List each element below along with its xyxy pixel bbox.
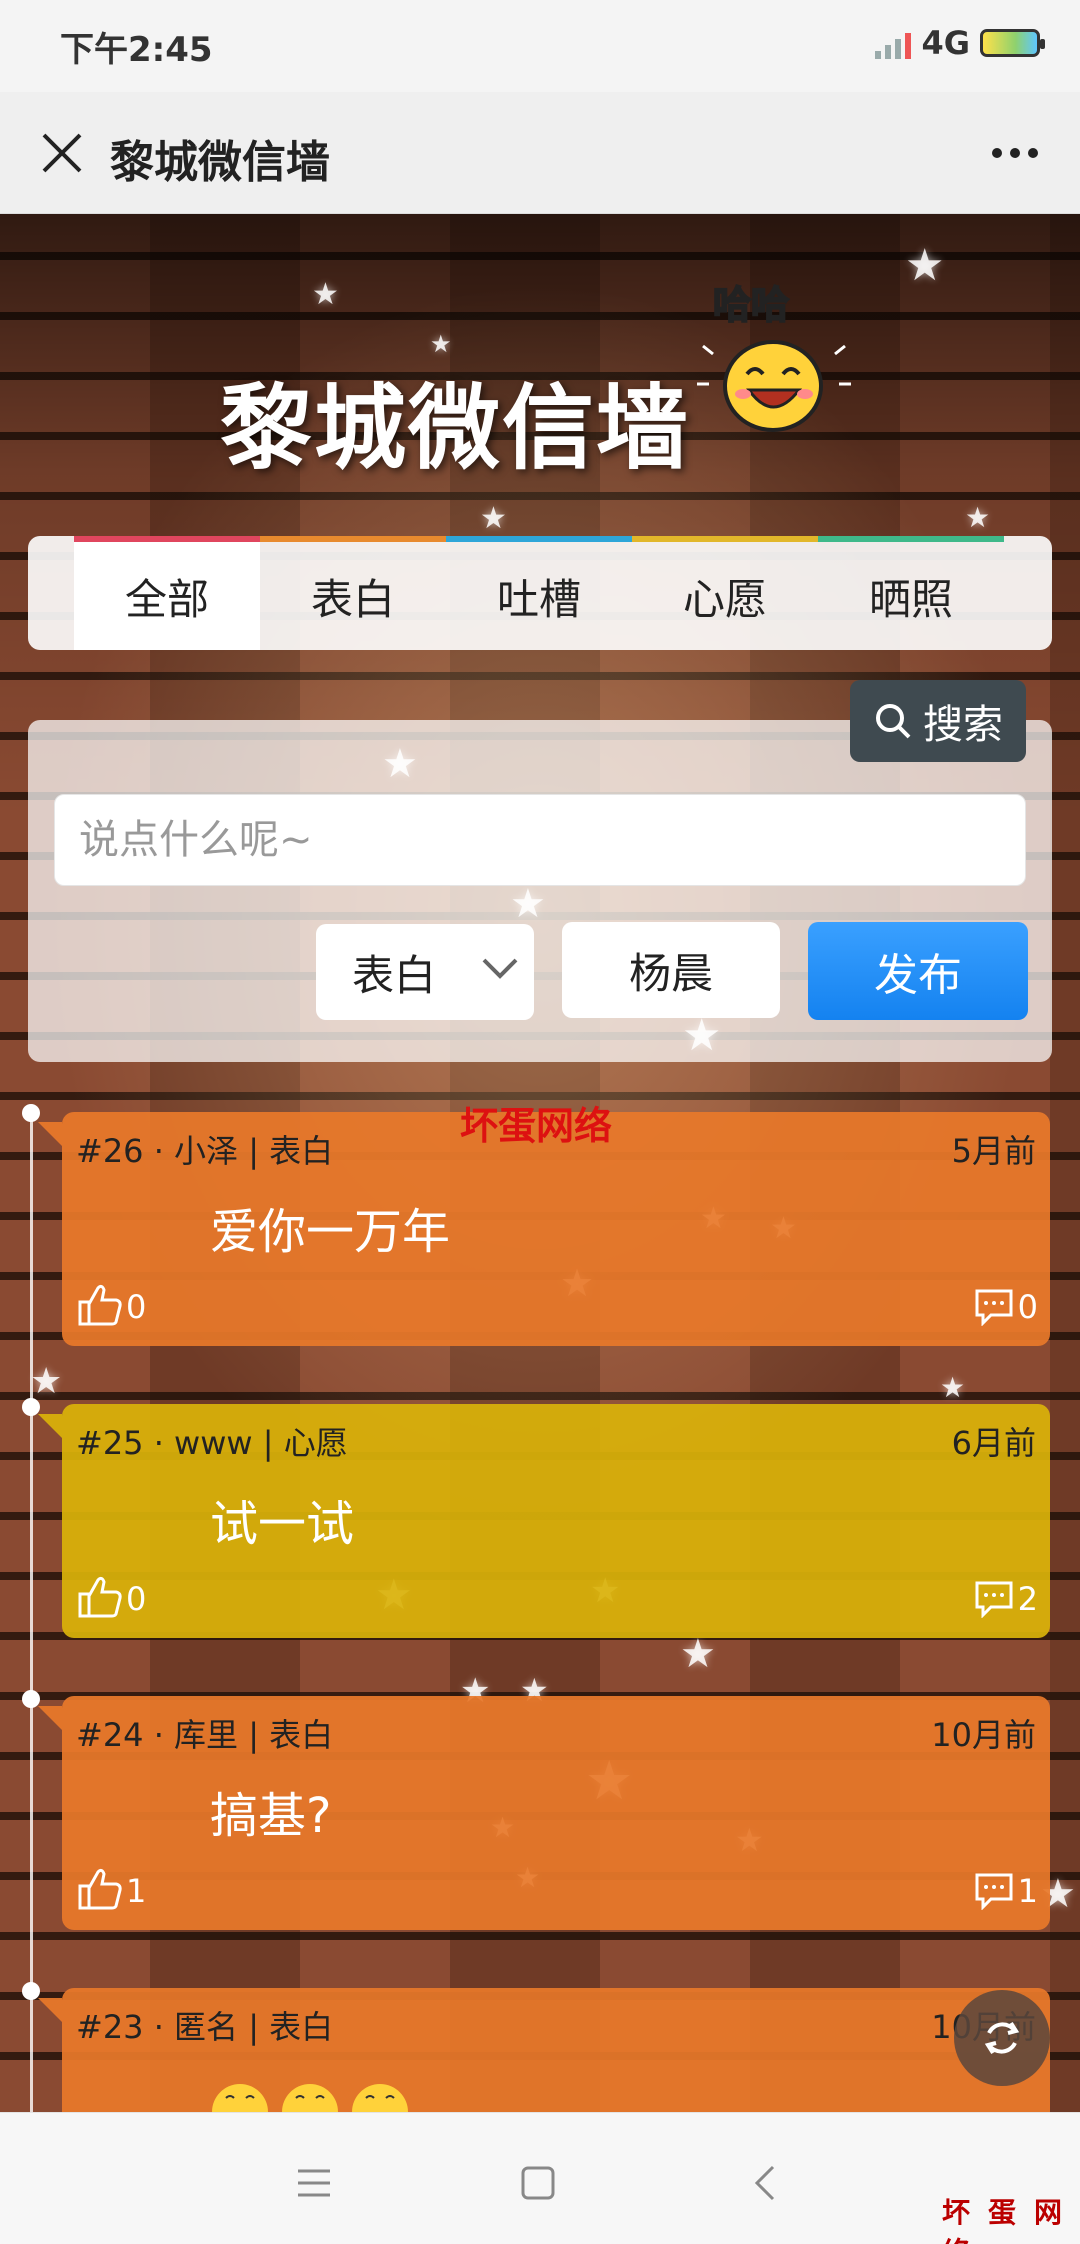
status-indicators: 4G xyxy=(875,24,1045,62)
post-meta: #23 · 匿名 | 表白 xyxy=(76,2008,334,2046)
timeline-line xyxy=(30,1108,33,2112)
tab-wish[interactable]: 心愿 xyxy=(632,542,818,650)
chevron-down-icon xyxy=(482,958,518,979)
star-icon: ★ xyxy=(965,501,991,534)
post-type-select[interactable]: 表白 xyxy=(316,924,534,1020)
home-square-icon xyxy=(521,2166,555,2200)
title-bar: 黎城微信墙 xyxy=(0,92,1080,214)
tab-rant[interactable]: 吐槽 xyxy=(446,542,632,650)
more-dot-icon xyxy=(1010,148,1020,158)
emoji-text: 哈哈 xyxy=(713,283,789,327)
post-text: 试一试 xyxy=(210,1496,355,1552)
like-count: 0 xyxy=(126,1580,147,1618)
star-icon: ★ xyxy=(940,1371,966,1404)
signal-icon xyxy=(875,27,912,59)
search-icon xyxy=(876,704,911,739)
like-count: 0 xyxy=(126,1288,147,1326)
back-chevron-icon xyxy=(754,2165,775,2201)
more-dot-icon xyxy=(992,148,1002,158)
publish-button[interactable]: 发布 xyxy=(808,922,1028,1020)
status-bar: 下午2:45 4G xyxy=(0,0,1080,92)
post-card[interactable]: #23 · 匿名 | 表白 10月前 xyxy=(38,1988,1050,2112)
star-icon: ★ xyxy=(312,277,339,312)
laughing-emoji-icon: 哈哈 xyxy=(697,282,851,432)
status-time: 下午2:45 xyxy=(60,30,213,70)
battery-icon xyxy=(980,29,1045,57)
smile-emoji-icon xyxy=(352,2084,408,2112)
search-label: 搜索 xyxy=(923,702,1003,748)
post-time: 5月前 xyxy=(951,1132,1036,1170)
close-icon xyxy=(42,133,82,173)
post-meta: #25 · www | 心愿 xyxy=(76,1424,348,1462)
comment-button[interactable]: 0 xyxy=(974,1288,1038,1326)
post-time: 6月前 xyxy=(951,1424,1036,1462)
home-nav-button[interactable] xyxy=(508,2153,568,2213)
network-type: 4G xyxy=(921,24,970,62)
wall-title: 黎城微信墙 xyxy=(220,375,691,482)
post-meta: #26 · 小泽 | 表白 xyxy=(76,1132,334,1170)
comment-icon xyxy=(975,1873,1013,1910)
post-card[interactable]: #25 · www | 心愿 6月前 试一试 0 2 xyxy=(38,1404,1050,1638)
tabs-row: 全部 表白 吐槽 心愿 晒照 xyxy=(74,542,1004,650)
more-button[interactable] xyxy=(980,128,1050,178)
thumbs-up-icon xyxy=(78,1284,122,1326)
post-type-value: 表白 xyxy=(352,950,437,1000)
corner-watermark: 坏蛋网络 xyxy=(942,2196,1080,2244)
like-button[interactable]: 0 xyxy=(76,1574,146,1618)
post-emoji-row xyxy=(210,2080,410,2112)
thumbs-up-icon xyxy=(78,1576,122,1618)
tab-photos[interactable]: 晒照 xyxy=(818,542,1004,650)
like-count: 1 xyxy=(126,1872,147,1910)
smile-emoji-icon xyxy=(282,2084,338,2112)
star-icon: ★ xyxy=(905,240,945,291)
like-button[interactable]: 0 xyxy=(76,1282,146,1326)
comment-count: 1 xyxy=(1017,1872,1038,1910)
watermark-text: 坏蛋网络 xyxy=(460,1103,613,1148)
system-nav-bar: 坏蛋网络 xyxy=(0,2112,1080,2244)
post-card[interactable]: #24 · 库里 | 表白 10月前 搞基? 1 1 xyxy=(38,1696,1050,1930)
comment-button[interactable]: 2 xyxy=(974,1580,1038,1618)
post-content-input[interactable] xyxy=(54,794,1026,886)
star-icon: ★ xyxy=(680,1631,716,1677)
star-icon: ★ xyxy=(30,1361,63,1402)
category-tabs: 全部 表白 吐槽 心愿 晒照 xyxy=(28,536,1052,650)
like-button[interactable]: 1 xyxy=(76,1866,146,1910)
thumbs-up-icon xyxy=(78,1868,122,1910)
tab-confession[interactable]: 表白 xyxy=(260,542,446,650)
comment-button[interactable]: 1 xyxy=(974,1872,1038,1910)
comment-count: 2 xyxy=(1017,1580,1038,1618)
nickname-field[interactable]: 杨晨 xyxy=(562,922,780,1018)
comment-count: 0 xyxy=(1017,1288,1038,1326)
smile-emoji-icon xyxy=(212,2084,268,2112)
refresh-button[interactable] xyxy=(954,1990,1050,2086)
refresh-icon xyxy=(984,2021,1020,2055)
post-meta: #24 · 库里 | 表白 xyxy=(76,1716,334,1754)
star-icon: ★ xyxy=(430,330,452,358)
post-text: 爱你一万年 xyxy=(210,1204,451,1260)
tab-all[interactable]: 全部 xyxy=(74,542,260,650)
star-icon: ★ xyxy=(480,501,507,536)
search-button[interactable]: 搜索 xyxy=(850,680,1026,762)
more-dot-icon xyxy=(1028,148,1038,158)
post-time: 10月前 xyxy=(931,1716,1036,1754)
menu-nav-button[interactable] xyxy=(284,2153,344,2213)
menu-icon xyxy=(298,2169,330,2197)
comment-icon xyxy=(975,1581,1013,1618)
post-text: 搞基? xyxy=(210,1788,332,1844)
close-button[interactable] xyxy=(28,119,96,187)
back-nav-button[interactable] xyxy=(734,2153,794,2213)
timeline-dot xyxy=(22,1104,40,1122)
page-title: 黎城微信墙 xyxy=(110,137,330,188)
comment-icon xyxy=(975,1289,1013,1326)
